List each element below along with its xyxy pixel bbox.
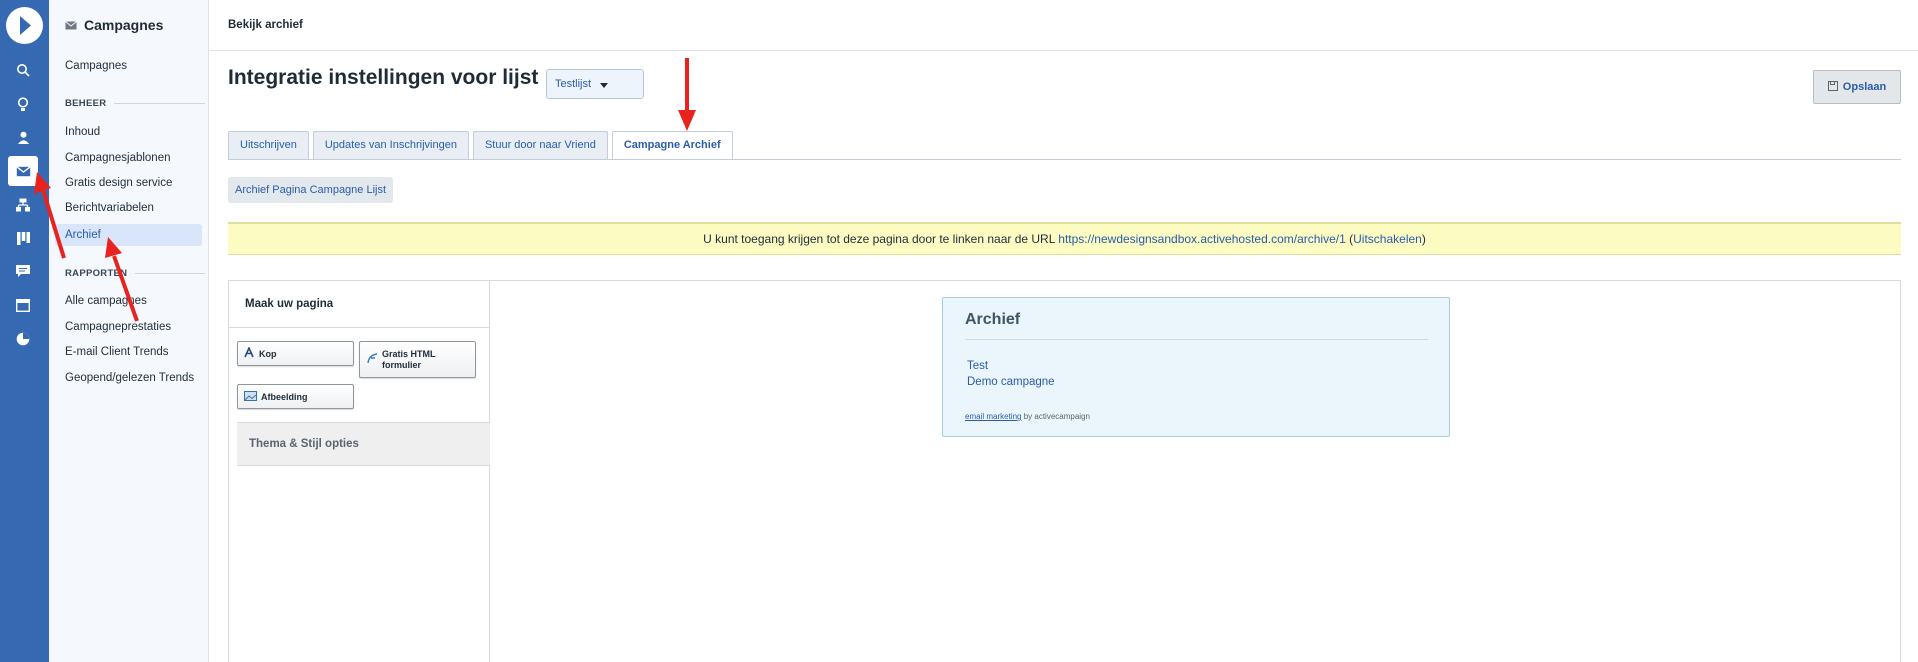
widget-kop[interactable]: Kop	[237, 341, 354, 366]
deals-icon[interactable]	[8, 223, 38, 253]
section-label: RAPPORTEN	[65, 268, 128, 279]
widget-label: Afbeelding	[261, 391, 308, 402]
save-button[interactable]: Opslaan	[1813, 70, 1901, 104]
page-title: Integratie instellingen voor lijst	[228, 66, 539, 89]
divider	[114, 103, 205, 104]
main-content: Bekijk archief Integratie instellingen v…	[210, 0, 1918, 662]
tab-campagne-archief[interactable]: Campagne Archief	[611, 131, 733, 160]
sidebar-item-berichtvariabelen[interactable]: Berichtvariabelen	[55, 197, 202, 219]
lightbulb-icon[interactable]	[8, 89, 38, 119]
page-builder: Maak uw pagina Kop Gratis HTML formulier…	[228, 280, 1901, 662]
save-icon	[1827, 80, 1838, 94]
sidebar: Campagnes Campagnes BEHEER Inhoud Campag…	[49, 0, 209, 662]
sidebar-item-inhoud[interactable]: Inhoud	[55, 121, 202, 143]
sidebar-item-campagnes[interactable]: Campagnes	[55, 55, 202, 77]
sidebar-item-geopend-gelezen-trends[interactable]: Geopend/gelezen Trends	[55, 367, 202, 389]
tab-stuur-door-naar-vriend[interactable]: Stuur door naar Vriend	[472, 131, 608, 159]
caret-down-icon	[600, 83, 608, 88]
preview-footer: email marketing by activecampaign	[965, 412, 1090, 421]
sidebar-item-email-client-trends[interactable]: E-mail Client Trends	[55, 341, 202, 363]
subtab-archief-pagina-campagne-lijst[interactable]: Archief Pagina Campagne Lijst	[228, 177, 394, 203]
list-select-value: Testlijst	[555, 78, 592, 90]
campaigns-icon[interactable]	[8, 156, 38, 186]
builder-panel: Maak uw pagina Kop Gratis HTML formulier…	[229, 281, 490, 662]
topbar: Bekijk archief	[210, 0, 1918, 51]
widget-label: Gratis HTML formulier	[382, 348, 436, 370]
footer-text: by activecampaign	[1021, 412, 1090, 421]
save-label: Opslaan	[1842, 81, 1887, 93]
disable-link[interactable]: Uitschakelen	[1353, 232, 1422, 246]
widget-label: Kop	[259, 348, 277, 359]
tabs-divider	[228, 159, 1901, 160]
tab-uitschrijven[interactable]: Uitschrijven	[228, 131, 309, 159]
preview-link-test[interactable]: Test	[967, 360, 988, 372]
reports-icon[interactable]	[8, 324, 38, 354]
sidebar-item-campagneprestaties[interactable]: Campagneprestaties	[55, 316, 202, 338]
breadcrumb: Bekijk archief	[228, 19, 303, 31]
sidebar-item-campagnesjablonen[interactable]: Campagnesjablonen	[55, 147, 202, 169]
archive-url-link[interactable]: https://newdesignsandbox.activehosted.co…	[1058, 232, 1346, 246]
image-icon	[244, 390, 257, 403]
notice-close-paren: )	[1421, 232, 1426, 246]
envelope-icon	[65, 17, 77, 33]
widget-afbeelding[interactable]: Afbeelding	[237, 384, 354, 409]
tab-bar: Uitschrijven Updates van Inschrijvingen …	[228, 131, 733, 160]
website-icon[interactable]	[8, 290, 38, 320]
sidebar-item-gratis-design-service[interactable]: Gratis design service	[55, 172, 202, 194]
heading-icon	[244, 346, 255, 360]
builder-heading: Maak uw pagina	[229, 281, 490, 328]
sidebar-item-alle-campagnes[interactable]: Alle campagnes	[55, 290, 202, 312]
theme-style-options[interactable]: Thema & Stijl opties	[237, 422, 490, 466]
preview-title: Archief	[965, 311, 1021, 328]
form-icon	[366, 353, 378, 366]
sidebar-section-rapporten: RAPPORTEN	[65, 268, 205, 279]
email-marketing-link[interactable]: email marketing	[965, 412, 1021, 421]
sidebar-item-archief[interactable]: Archief	[55, 224, 202, 246]
list-select[interactable]: Testlijst	[546, 69, 644, 99]
sidebar-title: Campagnes	[84, 17, 164, 33]
tab-updates-van-inschrijvingen[interactable]: Updates van Inschrijvingen	[312, 131, 469, 159]
search-icon[interactable]	[8, 55, 38, 85]
sidebar-header: Campagnes	[65, 17, 163, 33]
sidebar-section-beheer: BEHEER	[65, 98, 205, 109]
contacts-icon[interactable]	[8, 122, 38, 152]
archive-preview: Archief Test Demo campagne email marketi…	[942, 297, 1450, 437]
preview-divider	[965, 339, 1428, 340]
icon-rail	[0, 0, 49, 662]
widget-gratis-html-formulier[interactable]: Gratis HTML formulier	[359, 341, 476, 378]
automations-icon[interactable]	[8, 190, 38, 220]
conversations-icon[interactable]	[8, 256, 38, 286]
section-label: BEHEER	[65, 98, 107, 109]
preview-link-demo-campagne[interactable]: Demo campagne	[967, 376, 1055, 388]
archive-url-notice: U kunt toegang krijgen tot deze pagina d…	[228, 222, 1901, 255]
divider	[135, 273, 205, 274]
logo-icon[interactable]	[6, 7, 43, 44]
notice-text: U kunt toegang krijgen tot deze pagina d…	[703, 232, 1059, 246]
